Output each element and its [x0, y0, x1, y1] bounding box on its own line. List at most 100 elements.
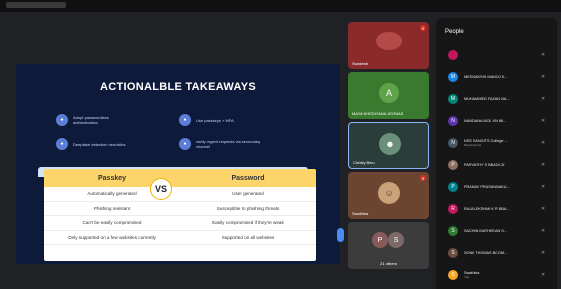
participant-name-text: Swathika: [464, 270, 480, 275]
muted-mic-icon: ✕: [541, 162, 546, 168]
tile-name: Swakesh: [352, 61, 369, 66]
participant-name-text: SACHIN MATHEEAN S...: [464, 228, 507, 233]
table-row: Automatically generated User generated: [44, 187, 316, 202]
participant-row[interactable]: P PARVATHY S BBA24-3I ✕: [436, 154, 557, 176]
participant-row[interactable]: R RAJALEKSHMI K R BBA... ✕: [436, 198, 557, 220]
participant-row[interactable]: S SONII THOMAS BCOM... ✕: [436, 242, 557, 264]
people-list: ✕ M MEENAKSHI MANOJ K... ✕ M MUHAMMED FAZAN N…: [436, 44, 557, 286]
avatar: P: [448, 160, 458, 170]
takeaway-text: Use passkeys + MFA: [196, 117, 234, 123]
shared-slide: ACTIONALBLE TAKEAWAYS ● Adopt passwordle…: [16, 64, 340, 264]
avatar: N: [448, 116, 458, 126]
muted-mic-icon: ✕: [541, 52, 546, 58]
video-feed: [376, 32, 402, 50]
avatar: ☻: [379, 133, 401, 155]
takeaway-icon: ●: [179, 138, 191, 150]
participant-role: Meeting host: [464, 143, 482, 147]
avatar: R: [448, 204, 458, 214]
avatar: S: [448, 270, 458, 280]
participant-row[interactable]: N NSS SANGITS College ... Meeting host ✕: [436, 132, 557, 154]
participant-name: SACHIN MATHEEAN S...: [464, 229, 540, 234]
muted-mic-icon: ✕: [541, 184, 546, 190]
muted-mic-icon: ✕: [541, 250, 546, 256]
top-strip: [0, 0, 561, 12]
cell: Only supported on a few websites current…: [68, 234, 156, 240]
cell: Supported on all websites: [221, 234, 275, 240]
participant-name-text: PARVATHY S BBA24-3I: [464, 162, 505, 167]
meet-window: ACTIONALBLE TAKEAWAYS ● Adopt passwordle…: [0, 0, 561, 289]
participant-name-text: PRANAV PRASANNAKU...: [464, 184, 510, 189]
window-title-placeholder: [6, 2, 66, 8]
participant-name: Swathika You: [464, 271, 540, 280]
participant-row[interactable]: M MEENAKSHI MANOJ K... ✕: [436, 66, 557, 88]
slide-title: ACTIONALBLE TAKEAWAYS: [99, 81, 257, 93]
participant-row[interactable]: S Swathika You ✕: [436, 264, 557, 286]
others-tile[interactable]: P S 21 others: [348, 222, 429, 269]
avatar: A: [379, 83, 399, 103]
participant-name: RAJALEKSHMI K R BBA...: [464, 207, 540, 212]
takeaway-text: Adopt passwordless authentication: [73, 115, 109, 125]
takeaway-1: ● Adopt passwordless authentication: [56, 114, 128, 126]
takeaway-text: Deepfake detection heuristics: [73, 141, 126, 147]
takeaway-4: ● verify urgent requests via secondary c…: [179, 138, 261, 150]
participant-row[interactable]: M MUHAMMED FAZAN NA... ✕: [436, 88, 557, 110]
muted-mic-icon: ✕: [420, 25, 426, 31]
takeaway-icon: ●: [56, 138, 68, 150]
participant-row[interactable]: P PRANAV PRASANNAKU... ✕: [436, 176, 557, 198]
avatar: ☺: [378, 182, 400, 204]
table-row: Can't be easily compromised Easily compr…: [44, 216, 316, 231]
muted-mic-icon: ✕: [541, 140, 546, 146]
video-tile-swathika[interactable]: ☺ ✕ Swathika: [348, 172, 429, 219]
participant-name-text: RAJALEKSHMI K R BBA...: [464, 206, 510, 211]
participant-row[interactable]: S SACHIN MATHEEAN S... ✕: [436, 220, 557, 242]
participant-row[interactable]: N NANDANA MOL XN 86... ✕: [436, 110, 557, 132]
participant-name: MEENAKSHI MANOJ K...: [464, 75, 540, 80]
participant-name: SONII THOMAS BCOM...: [464, 251, 540, 256]
cell: Phishing resistant: [93, 205, 131, 211]
muted-mic-icon: ✕: [541, 206, 546, 212]
muted-mic-icon: ✕: [420, 175, 426, 181]
participant-name: PARVATHY S BBA24-3I: [464, 163, 540, 168]
comparison-header: Passkey Password: [44, 169, 316, 187]
takeaway-icon: ●: [56, 114, 68, 126]
participant-name-text: SONII THOMAS BCOM...: [464, 250, 508, 255]
participant-name-text: MUHAMMED FAZAN NA...: [464, 96, 510, 101]
participant-name: NSS SANGITS College ... Meeting host: [464, 139, 540, 148]
panel-title: People: [445, 29, 464, 35]
cell: Susceptible to phishing threats: [216, 205, 280, 211]
muted-mic-icon: ✕: [541, 118, 546, 124]
muted-mic-icon: ✕: [541, 272, 546, 278]
cell: User generated: [232, 191, 264, 197]
participant-name: MUHAMMED FAZAN NA...: [464, 97, 540, 102]
avatar: M: [448, 72, 458, 82]
takeaway-icon: ●: [179, 114, 191, 126]
vs-badge: VS: [150, 178, 172, 200]
participant-name-text: NANDANA MOL XN 86...: [464, 118, 507, 123]
takeaway-text: verify urgent requests via secondary cha…: [196, 139, 261, 149]
tile-name: MAYA KHEDIYANA JEONAS: [352, 111, 404, 116]
participant-role: You: [464, 275, 470, 279]
participant-name-text: NSS SANGITS College ...: [464, 138, 508, 143]
header-password: Password: [231, 174, 265, 182]
muted-mic-icon: ✕: [541, 74, 546, 80]
presentation-handle[interactable]: [337, 228, 344, 242]
video-tile-christy[interactable]: ☻ Christy Binu: [348, 122, 429, 169]
video-tile-swakesh[interactable]: ✕ Swakesh: [348, 22, 429, 69]
avatar: S: [448, 248, 458, 258]
participant-name-text: MEENAKSHI MANOJ K...: [464, 74, 508, 79]
avatar: S: [448, 226, 458, 236]
avatar: P: [372, 232, 388, 248]
avatar: [448, 50, 458, 60]
cell: Easily compromised if they're weak: [212, 220, 284, 226]
tile-name: 21 others: [380, 261, 397, 266]
people-panel: People ✕ M MEENAKSHI MANOJ K... ✕ M MUHAMMED …: [436, 18, 557, 289]
comparison-table: Passkey Password Automatically generated…: [44, 169, 316, 261]
participant-row[interactable]: ✕: [436, 44, 557, 66]
takeaway-3: ● Deepfake detection heuristics: [56, 138, 138, 150]
video-tile-participant[interactable]: A MAYA KHEDIYANA JEONAS: [348, 72, 429, 119]
table-row: Only supported on a few websites current…: [44, 231, 316, 245]
tile-name: Swathika: [352, 211, 369, 216]
muted-mic-icon: ✕: [541, 228, 546, 234]
table-row: Phishing resistant Susceptible to phishi…: [44, 202, 316, 216]
avatar: M: [448, 94, 458, 104]
